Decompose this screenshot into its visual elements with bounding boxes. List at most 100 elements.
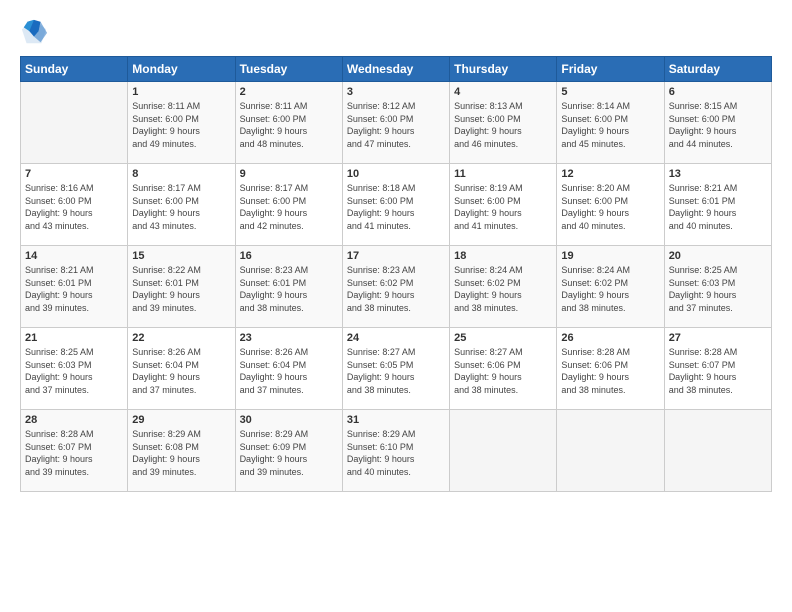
day-number: 21: [25, 332, 123, 344]
day-number: 27: [669, 332, 767, 344]
day-info: Sunrise: 8:24 AMSunset: 6:02 PMDaylight:…: [561, 264, 659, 314]
day-info: Sunrise: 8:25 AMSunset: 6:03 PMDaylight:…: [669, 264, 767, 314]
calendar-cell: 20 Sunrise: 8:25 AMSunset: 6:03 PMDayligh…: [664, 246, 771, 328]
day-number: 19: [561, 250, 659, 262]
day-number: 5: [561, 86, 659, 98]
day-info: Sunrise: 8:13 AMSunset: 6:00 PMDaylight:…: [454, 100, 552, 150]
day-number: 29: [132, 414, 230, 426]
day-info: Sunrise: 8:25 AMSunset: 6:03 PMDaylight:…: [25, 346, 123, 396]
day-info: Sunrise: 8:22 AMSunset: 6:01 PMDaylight:…: [132, 264, 230, 314]
day-number: 1: [132, 86, 230, 98]
calendar-cell: 16 Sunrise: 8:23 AMSunset: 6:01 PMDayligh…: [235, 246, 342, 328]
day-info: Sunrise: 8:26 AMSunset: 6:04 PMDaylight:…: [132, 346, 230, 396]
day-info: Sunrise: 8:12 AMSunset: 6:00 PMDaylight:…: [347, 100, 445, 150]
day-number: 16: [240, 250, 338, 262]
calendar-cell: 29 Sunrise: 8:29 AMSunset: 6:08 PMDayligh…: [128, 410, 235, 492]
calendar-cell: 25Sunrise: 8:27 AMSunset: 6:06 PMDayligh…: [450, 328, 557, 410]
day-info: Sunrise: 8:11 AMSunset: 6:00 PMDaylight:…: [132, 100, 230, 150]
day-number: 11: [454, 168, 552, 180]
calendar-cell: 12 Sunrise: 8:20 AMSunset: 6:00 PMDayligh…: [557, 164, 664, 246]
calendar-cell: 21 Sunrise: 8:25 AMSunset: 6:03 PMDayligh…: [21, 328, 128, 410]
header-day: Saturday: [664, 57, 771, 82]
day-number: 8: [132, 168, 230, 180]
calendar-cell: 17Sunrise: 8:23 AMSunset: 6:02 PMDayligh…: [342, 246, 449, 328]
calendar-cell: 4 Sunrise: 8:13 AMSunset: 6:00 PMDaylight…: [450, 82, 557, 164]
day-number: 25: [454, 332, 552, 344]
calendar-cell: 2 Sunrise: 8:11 AMSunset: 6:00 PMDaylight…: [235, 82, 342, 164]
day-number: 28: [25, 414, 123, 426]
calendar-cell: 28 Sunrise: 8:28 AMSunset: 6:07 PMDayligh…: [21, 410, 128, 492]
day-number: 26: [561, 332, 659, 344]
day-number: 23: [240, 332, 338, 344]
calendar-cell: 10Sunrise: 8:18 AMSunset: 6:00 PMDayligh…: [342, 164, 449, 246]
day-info: Sunrise: 8:11 AMSunset: 6:00 PMDaylight:…: [240, 100, 338, 150]
calendar-cell: 6 Sunrise: 8:15 AMSunset: 6:00 PMDaylight…: [664, 82, 771, 164]
day-number: 13: [669, 168, 767, 180]
calendar-cell: 11 Sunrise: 8:19 AMSunset: 6:00 PMDayligh…: [450, 164, 557, 246]
header-day: Thursday: [450, 57, 557, 82]
calendar-cell: 26 Sunrise: 8:28 AMSunset: 6:06 PMDayligh…: [557, 328, 664, 410]
calendar-cell: 30 Sunrise: 8:29 AMSunset: 6:09 PMDayligh…: [235, 410, 342, 492]
day-info: Sunrise: 8:19 AMSunset: 6:00 PMDaylight:…: [454, 182, 552, 232]
day-info: Sunrise: 8:27 AMSunset: 6:05 PMDaylight:…: [347, 346, 445, 396]
calendar-week-row: 14 Sunrise: 8:21 AMSunset: 6:01 PMDayligh…: [21, 246, 772, 328]
day-number: 6: [669, 86, 767, 98]
page: SundayMondayTuesdayWednesdayThursdayFrid…: [0, 0, 792, 612]
calendar-cell: 19 Sunrise: 8:24 AMSunset: 6:02 PMDayligh…: [557, 246, 664, 328]
calendar-table: SundayMondayTuesdayWednesdayThursdayFrid…: [20, 56, 772, 492]
day-info: Sunrise: 8:20 AMSunset: 6:00 PMDaylight:…: [561, 182, 659, 232]
day-info: Sunrise: 8:29 AMSunset: 6:08 PMDaylight:…: [132, 428, 230, 478]
day-info: Sunrise: 8:21 AMSunset: 6:01 PMDaylight:…: [25, 264, 123, 314]
day-info: Sunrise: 8:17 AMSunset: 6:00 PMDaylight:…: [132, 182, 230, 232]
day-number: 4: [454, 86, 552, 98]
day-info: Sunrise: 8:18 AMSunset: 6:00 PMDaylight:…: [347, 182, 445, 232]
day-info: Sunrise: 8:21 AMSunset: 6:01 PMDaylight:…: [669, 182, 767, 232]
calendar-week-row: 1 Sunrise: 8:11 AMSunset: 6:00 PMDaylight…: [21, 82, 772, 164]
day-info: Sunrise: 8:28 AMSunset: 6:07 PMDaylight:…: [25, 428, 123, 478]
day-number: 24: [347, 332, 445, 344]
day-number: 2: [240, 86, 338, 98]
header-day: Tuesday: [235, 57, 342, 82]
calendar-cell: 27 Sunrise: 8:28 AMSunset: 6:07 PMDayligh…: [664, 328, 771, 410]
calendar-cell: 7Sunrise: 8:16 AMSunset: 6:00 PMDaylight…: [21, 164, 128, 246]
day-number: 3: [347, 86, 445, 98]
header-day: Monday: [128, 57, 235, 82]
header-row: SundayMondayTuesdayWednesdayThursdayFrid…: [21, 57, 772, 82]
calendar-cell: 14 Sunrise: 8:21 AMSunset: 6:01 PMDayligh…: [21, 246, 128, 328]
day-number: 20: [669, 250, 767, 262]
calendar-cell: 5Sunrise: 8:14 AMSunset: 6:00 PMDaylight…: [557, 82, 664, 164]
day-number: 9: [240, 168, 338, 180]
calendar-cell: [21, 82, 128, 164]
logo-icon: [20, 18, 48, 46]
day-number: 18: [454, 250, 552, 262]
calendar-cell: [664, 410, 771, 492]
calendar-cell: 23 Sunrise: 8:26 AMSunset: 6:04 PMDayligh…: [235, 328, 342, 410]
day-number: 22: [132, 332, 230, 344]
calendar-cell: 22 Sunrise: 8:26 AMSunset: 6:04 PMDayligh…: [128, 328, 235, 410]
day-info: Sunrise: 8:24 AMSunset: 6:02 PMDaylight:…: [454, 264, 552, 314]
day-number: 7: [25, 168, 123, 180]
day-info: Sunrise: 8:28 AMSunset: 6:07 PMDaylight:…: [669, 346, 767, 396]
calendar-cell: [450, 410, 557, 492]
day-info: Sunrise: 8:26 AMSunset: 6:04 PMDaylight:…: [240, 346, 338, 396]
calendar-week-row: 28 Sunrise: 8:28 AMSunset: 6:07 PMDayligh…: [21, 410, 772, 492]
day-number: 14: [25, 250, 123, 262]
day-info: Sunrise: 8:28 AMSunset: 6:06 PMDaylight:…: [561, 346, 659, 396]
calendar-cell: 9 Sunrise: 8:17 AMSunset: 6:00 PMDaylight…: [235, 164, 342, 246]
day-number: 15: [132, 250, 230, 262]
day-info: Sunrise: 8:23 AMSunset: 6:01 PMDaylight:…: [240, 264, 338, 314]
day-number: 12: [561, 168, 659, 180]
day-info: Sunrise: 8:15 AMSunset: 6:00 PMDaylight:…: [669, 100, 767, 150]
calendar-cell: 24 Sunrise: 8:27 AMSunset: 6:05 PMDayligh…: [342, 328, 449, 410]
day-info: Sunrise: 8:29 AMSunset: 6:09 PMDaylight:…: [240, 428, 338, 478]
day-info: Sunrise: 8:17 AMSunset: 6:00 PMDaylight:…: [240, 182, 338, 232]
day-info: Sunrise: 8:23 AMSunset: 6:02 PMDaylight:…: [347, 264, 445, 314]
header: [20, 18, 772, 46]
calendar-cell: 8 Sunrise: 8:17 AMSunset: 6:00 PMDaylight…: [128, 164, 235, 246]
calendar-cell: 1 Sunrise: 8:11 AMSunset: 6:00 PMDaylight…: [128, 82, 235, 164]
header-day: Sunday: [21, 57, 128, 82]
calendar-week-row: 7Sunrise: 8:16 AMSunset: 6:00 PMDaylight…: [21, 164, 772, 246]
day-info: Sunrise: 8:29 AMSunset: 6:10 PMDaylight:…: [347, 428, 445, 478]
calendar-cell: 31Sunrise: 8:29 AMSunset: 6:10 PMDayligh…: [342, 410, 449, 492]
day-number: 30: [240, 414, 338, 426]
